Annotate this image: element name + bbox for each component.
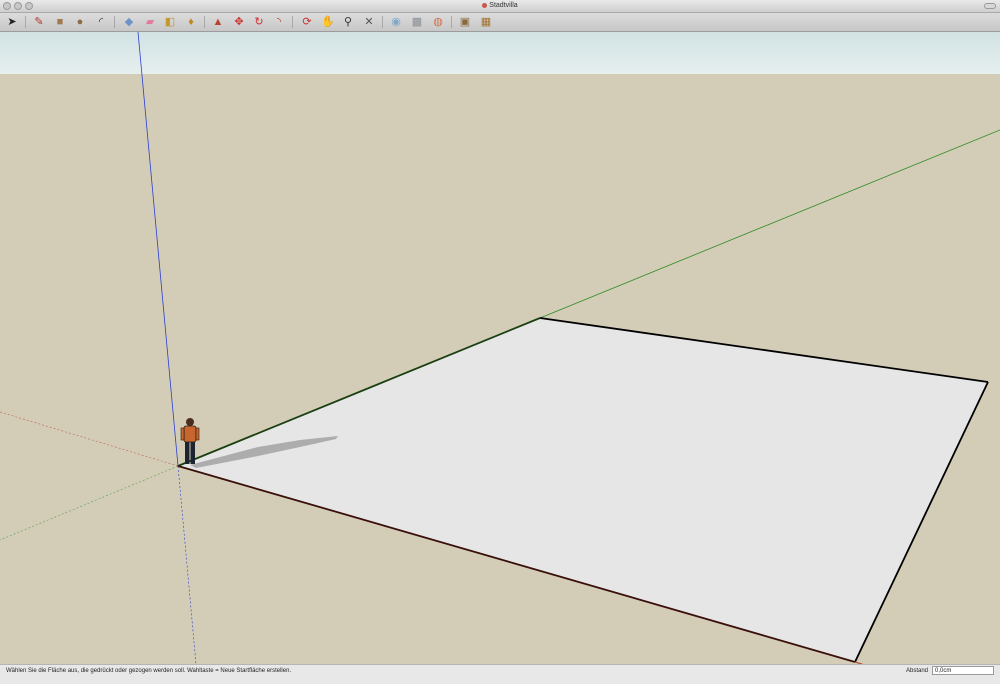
person-figure[interactable] — [180, 418, 200, 464]
figure-head — [186, 418, 194, 426]
measurements-input[interactable]: 0,0cm — [932, 666, 994, 675]
rectangle-face[interactable] — [178, 318, 988, 662]
green-axis-positive — [539, 129, 1000, 319]
figure-torso — [183, 425, 197, 443]
blue-axis-positive — [137, 31, 179, 467]
red-axis-negative — [0, 411, 179, 467]
figure-left-arm — [180, 427, 185, 441]
status-bar: Wählen Sie die Fläche aus, die gedrückt … — [0, 664, 1000, 684]
figure-right-arm — [195, 427, 200, 441]
status-message: Wählen Sie die Fläche aus, die gedrückt … — [6, 668, 292, 674]
blue-axis-negative — [177, 465, 197, 665]
green-axis-negative — [0, 465, 179, 541]
figure-left-leg — [185, 442, 190, 464]
measurements-label: Abstand — [906, 668, 929, 674]
figure-right-leg — [190, 442, 195, 464]
modeling-viewport[interactable] — [0, 0, 1000, 683]
